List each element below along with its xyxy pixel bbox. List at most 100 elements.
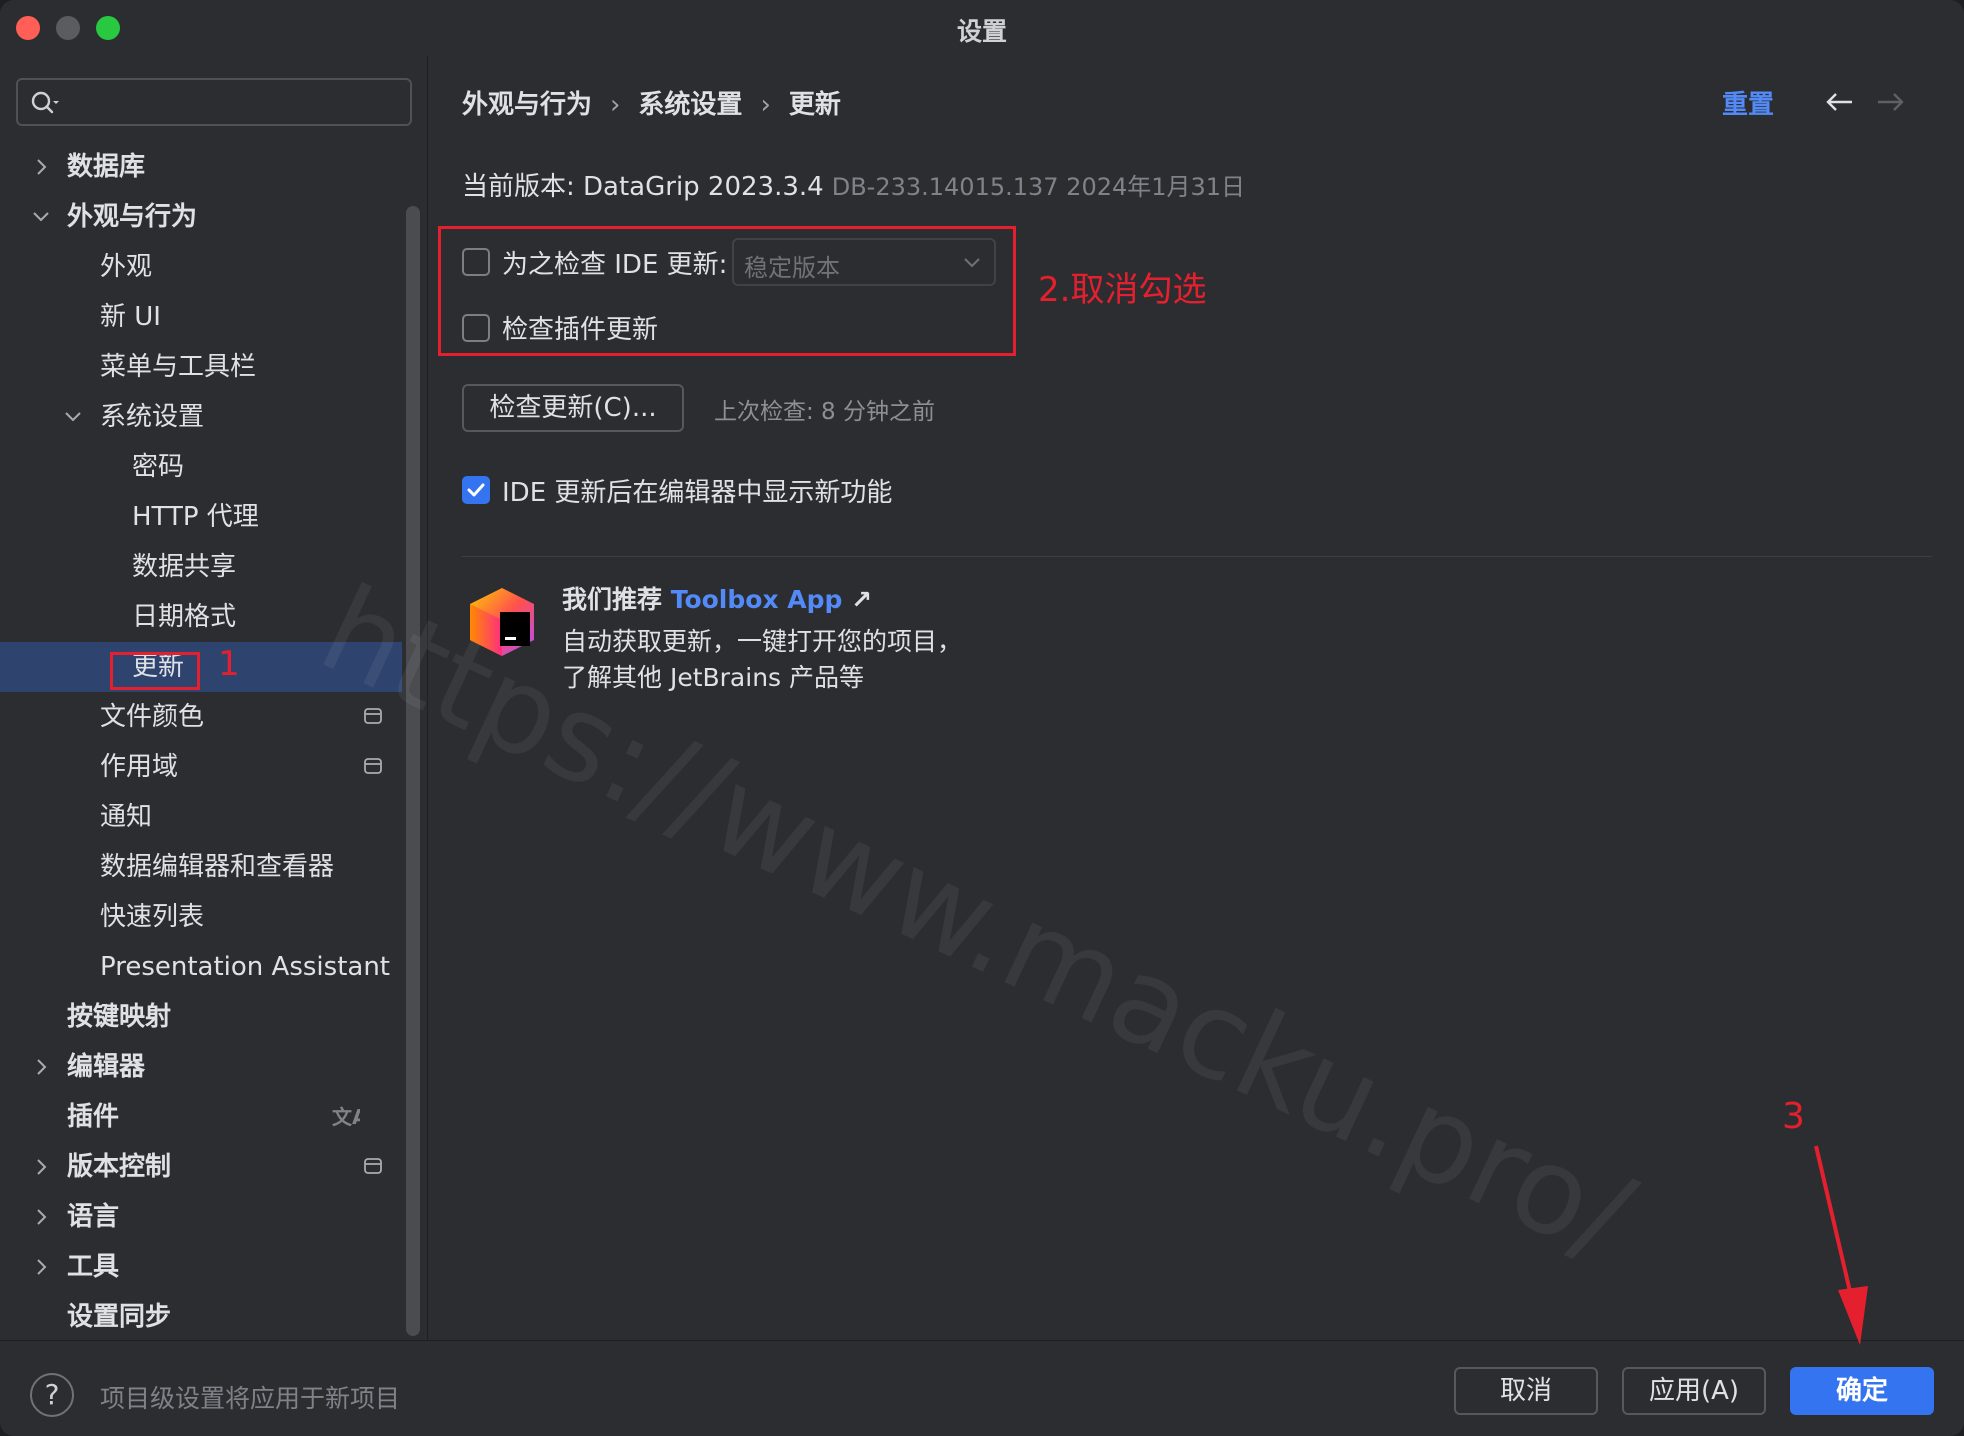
sidebar-item-label: Presentation Assistant — [100, 952, 390, 982]
breadcrumb-item[interactable]: 外观与行为 — [462, 84, 592, 121]
sidebar-item[interactable]: 工具 — [0, 1242, 402, 1292]
sidebar-item[interactable]: 更新 — [0, 642, 402, 692]
toolbox-title: 我们推荐 Toolbox App ↗ — [562, 580, 872, 616]
external-link-icon[interactable]: ↗ — [842, 585, 872, 614]
settings-window: 设置 数据库 外观与行为 外观新 UI 菜单与工具栏 系统设置 密码 HTTP 代理 数据共享… — [0, 0, 1964, 1436]
project-scope-icon — [364, 1158, 382, 1174]
apply-button[interactable]: 应用(A) — [1622, 1367, 1766, 1415]
sidebar-item[interactable]: 作用域 — [0, 742, 402, 792]
toolbox-app-link[interactable]: Toolbox App — [671, 585, 843, 614]
annotation-step-3: 3 — [1782, 1096, 1805, 1137]
sidebar-item-label: 插件 — [67, 1102, 120, 1132]
svg-text:文A: 文A — [332, 1105, 360, 1129]
footer-note: 项目级设置将应用于新项目 — [100, 1384, 401, 1413]
ok-button[interactable]: 确定 — [1790, 1367, 1934, 1415]
translate-icon: 文A — [332, 1105, 360, 1129]
sidebar-item[interactable]: 语言 — [0, 1192, 402, 1242]
sidebar-item[interactable]: 按键映射 — [0, 992, 402, 1042]
sidebar-item[interactable]: 插件 文A — [0, 1092, 402, 1142]
annotation-arrow-icon — [1814, 1145, 1868, 1345]
sidebar-item[interactable]: 新 UI — [0, 292, 402, 342]
sidebar-item-label: 编辑器 — [67, 1052, 146, 1082]
help-button[interactable]: ? — [30, 1373, 74, 1417]
section-divider — [462, 556, 1932, 557]
check-updates-button[interactable]: 检查更新(C)... — [462, 384, 684, 432]
sidebar-item[interactable]: Presentation Assistant — [0, 942, 402, 992]
sidebar-item-label: 按键映射 — [67, 1002, 172, 1032]
sidebar-item-label: 密码 — [132, 452, 185, 482]
toolbox-desc-line-1: 自动获取更新，一键打开您的项目， — [562, 627, 963, 656]
search-input[interactable] — [16, 78, 412, 126]
sidebar-item[interactable]: 日期格式 — [0, 592, 402, 642]
chevron-down-icon[interactable] — [30, 192, 52, 242]
sidebar-item[interactable]: 外观与行为 — [0, 192, 402, 242]
project-scope-icon — [364, 708, 382, 724]
version-label: 当前版本: DataGrip 2023.3.4 — [462, 172, 824, 202]
sidebar-item[interactable]: 系统设置 — [0, 392, 402, 442]
sidebar-item-label: 数据编辑器和查看器 — [100, 852, 335, 882]
last-check-text: 上次检查: 8 分钟之前 — [714, 399, 936, 425]
forward-arrow-icon[interactable] — [1874, 88, 1906, 116]
annotation-step-1: 1 — [218, 644, 240, 684]
chevron-right-icon[interactable] — [30, 1192, 52, 1242]
sidebar-item-label: 外观 — [100, 252, 153, 282]
title-bar: 设置 — [0, 0, 1964, 56]
breadcrumb-item-current: 更新 — [788, 90, 841, 120]
current-version: 当前版本: DataGrip 2023.3.4 DB-233.14015.137 … — [462, 166, 1245, 203]
chevron-right-icon[interactable] — [30, 1042, 52, 1092]
annotation-step-2: 2.取消勾选 — [1038, 270, 1207, 310]
dialog-footer: ? 项目级设置将应用于新项目 取消 应用(A) 确定 — [0, 1340, 1964, 1436]
sidebar-item[interactable]: 设置同步 — [0, 1292, 402, 1342]
sidebar-item-label: 新 UI — [100, 302, 161, 332]
sidebar-item[interactable]: HTTP 代理 — [0, 492, 402, 542]
sidebar-item-label: 设置同步 — [67, 1302, 172, 1332]
version-build: DB-233.14015.137 2024年1月31日 — [831, 173, 1246, 201]
toolbox-desc-line-2: 了解其他 JetBrains 产品等 — [562, 663, 865, 692]
sidebar-item-label: 菜单与工具栏 — [100, 352, 257, 382]
toolbox-title-prefix: 我们推荐 — [562, 585, 671, 614]
sidebar-item[interactable]: 数据库 — [0, 142, 402, 192]
sidebar-item-label: 外观与行为 — [67, 202, 198, 232]
sidebar-item[interactable]: 编辑器 — [0, 1042, 402, 1092]
settings-tree: 数据库外观与行为外观新 UI 菜单与工具栏 系统设置密码 HTTP 代理 数据共享日期格… — [0, 142, 402, 1342]
chevron-right-icon[interactable] — [30, 1242, 52, 1292]
sidebar-item[interactable]: 版本控制 — [0, 1142, 402, 1192]
chevron-down-icon[interactable] — [62, 392, 84, 442]
chevron-right-icon[interactable] — [30, 1142, 52, 1192]
chevron-right-icon[interactable] — [30, 142, 52, 192]
sidebar-item-label: 版本控制 — [67, 1152, 172, 1182]
annotation-box-2 — [438, 226, 1016, 356]
sidebar-item[interactable]: 数据编辑器和查看器 — [0, 842, 402, 892]
sidebar-item[interactable]: 通知 — [0, 792, 402, 842]
sidebar-scrollbar[interactable] — [406, 206, 420, 1336]
breadcrumb-separator: › — [760, 90, 771, 120]
sidebar-item-label: 语言 — [67, 1202, 120, 1232]
project-scope-icon — [364, 758, 382, 774]
breadcrumb-separator: › — [610, 90, 621, 120]
sidebar-item-label: 作用域 — [100, 752, 179, 782]
sidebar-item[interactable]: 外观 — [0, 242, 402, 292]
sidebar-item-label: 数据库 — [67, 152, 146, 182]
back-arrow-icon[interactable] — [1824, 88, 1856, 116]
show-whats-new-checkbox[interactable] — [462, 476, 490, 504]
sidebar-item[interactable]: 数据共享 — [0, 542, 402, 592]
search-icon — [31, 91, 59, 114]
sidebar-item-label: HTTP 代理 — [132, 502, 259, 532]
sidebar-item[interactable]: 密码 — [0, 442, 402, 492]
reset-link[interactable]: 重置 — [1722, 84, 1774, 121]
breadcrumb: 外观与行为 › 系统设置 › 更新 — [462, 84, 841, 121]
sidebar-item-label: 文件颜色 — [100, 702, 205, 732]
window-title: 设置 — [956, 17, 1007, 46]
sidebar-item-label: 数据共享 — [132, 552, 237, 582]
sidebar-item-label: 快速列表 — [100, 902, 205, 932]
settings-sidebar: 数据库外观与行为外观新 UI 菜单与工具栏 系统设置密码 HTTP 代理 数据共享日期格… — [0, 56, 428, 1340]
sidebar-item[interactable]: 快速列表 — [0, 892, 402, 942]
cancel-button[interactable]: 取消 — [1454, 1367, 1598, 1415]
sidebar-item-label: 日期格式 — [132, 602, 237, 632]
checkmark-icon — [467, 483, 485, 497]
sidebar-item[interactable]: 菜单与工具栏 — [0, 342, 402, 392]
sidebar-item[interactable]: 文件颜色 — [0, 692, 402, 742]
sidebar-item-label: 系统设置 — [100, 402, 205, 432]
show-whats-new-label[interactable]: IDE 更新后在编辑器中显示新功能 — [502, 472, 892, 509]
breadcrumb-item[interactable]: 系统设置 — [638, 84, 742, 121]
